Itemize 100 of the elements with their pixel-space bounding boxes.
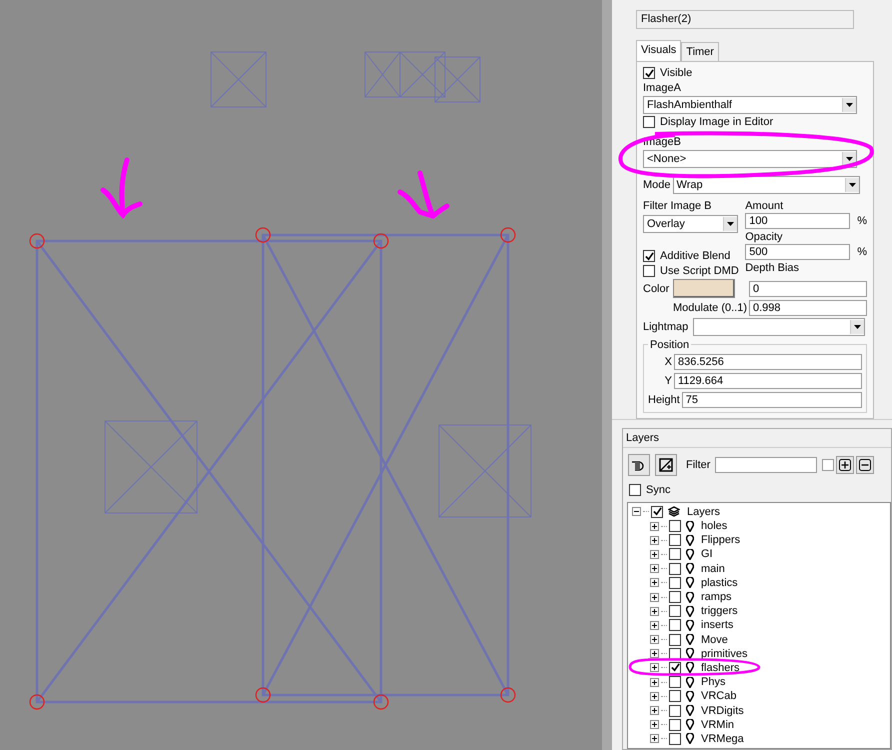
expand-icon[interactable] bbox=[650, 663, 659, 672]
pin-icon bbox=[686, 577, 694, 588]
tree-item[interactable]: Layers bbox=[686, 506, 722, 518]
expand-icon[interactable] bbox=[650, 649, 659, 658]
image-b-dropdown[interactable]: <None> bbox=[643, 150, 857, 168]
expand-icon[interactable] bbox=[650, 606, 659, 616]
tree-item[interactable]: main bbox=[700, 562, 726, 575]
lightmap-dropdown[interactable] bbox=[693, 318, 866, 336]
tree-item[interactable]: plastics bbox=[700, 576, 739, 589]
position-field[interactable]: 1129.664 bbox=[674, 373, 862, 389]
pin-icon bbox=[686, 733, 694, 744]
tree-item[interactable]: triggers bbox=[700, 605, 739, 618]
tree-item[interactable]: Move bbox=[700, 634, 729, 646]
depth-bias-field[interactable]: 0 bbox=[749, 280, 867, 296]
corner-handle[interactable] bbox=[500, 687, 516, 703]
checkbox[interactable] bbox=[669, 732, 681, 745]
tree-item[interactable]: Phys bbox=[700, 676, 726, 688]
position-field[interactable]: 836.5256 bbox=[674, 354, 862, 370]
checkbox[interactable] bbox=[643, 250, 655, 262]
expand-icon[interactable] bbox=[650, 564, 659, 574]
opacity-field[interactable]: 500 bbox=[745, 244, 850, 260]
checkbox-label: Sync bbox=[646, 484, 670, 496]
expand-icon[interactable] bbox=[650, 620, 659, 630]
expand-icon[interactable] bbox=[650, 635, 659, 644]
tree-item[interactable]: Flippers bbox=[700, 534, 742, 546]
tree-item[interactable]: flashers bbox=[700, 662, 741, 674]
checkbox[interactable] bbox=[669, 690, 681, 702]
pin-icon bbox=[686, 534, 694, 546]
image-edit-icon[interactable] bbox=[655, 454, 677, 476]
checkbox[interactable] bbox=[669, 718, 681, 731]
checkbox[interactable] bbox=[643, 67, 655, 79]
expand-icon[interactable] bbox=[650, 550, 659, 559]
tab[interactable]: Visuals bbox=[636, 40, 682, 61]
object-name-field[interactable]: Flasher(2) bbox=[636, 10, 854, 29]
filter-field[interactable] bbox=[715, 456, 818, 473]
checkbox[interactable] bbox=[669, 619, 681, 632]
checkbox[interactable] bbox=[669, 576, 681, 589]
tree-item[interactable]: primitives bbox=[700, 648, 748, 660]
checkbox[interactable] bbox=[669, 605, 681, 618]
plus-icon[interactable] bbox=[836, 456, 854, 474]
tree-item[interactable]: VRDigits bbox=[700, 704, 745, 717]
tree-item[interactable]: VRMega bbox=[700, 732, 745, 745]
wireframe-box bbox=[364, 52, 400, 98]
corner-handle[interactable] bbox=[29, 694, 45, 710]
checkbox[interactable] bbox=[669, 634, 681, 646]
expand-icon[interactable] bbox=[650, 592, 659, 602]
checkbox[interactable] bbox=[643, 265, 655, 277]
corner-handle[interactable] bbox=[373, 233, 389, 249]
pin-icon bbox=[686, 648, 694, 660]
hand-pointer-icon[interactable] bbox=[628, 454, 650, 476]
checkbox[interactable] bbox=[669, 662, 681, 674]
filter-dropdown[interactable]: Overlay bbox=[643, 215, 738, 233]
corner-handle[interactable] bbox=[255, 687, 271, 703]
expand-icon[interactable] bbox=[650, 522, 659, 531]
tree-item[interactable]: VRCab bbox=[700, 690, 738, 702]
tree-item[interactable]: ramps bbox=[700, 591, 733, 604]
field-label: Modulate (0..1) bbox=[673, 302, 747, 314]
corner-handle[interactable] bbox=[255, 227, 271, 243]
checkbox[interactable] bbox=[669, 648, 681, 660]
corner-handle[interactable] bbox=[500, 227, 516, 243]
tree-item[interactable]: GI bbox=[700, 548, 714, 560]
checkbox[interactable] bbox=[643, 116, 655, 128]
image-a-dropdown[interactable]: FlashAmbienthalf bbox=[643, 96, 857, 114]
filter-label: Filter bbox=[686, 458, 710, 471]
modulate-field[interactable]: 0.998 bbox=[749, 300, 867, 316]
checkbox[interactable] bbox=[651, 506, 663, 518]
expand-icon[interactable] bbox=[650, 678, 659, 687]
checkbox[interactable] bbox=[669, 704, 681, 717]
tab[interactable]: Timer bbox=[681, 42, 719, 61]
expand-icon[interactable] bbox=[650, 578, 659, 588]
expand-icon[interactable] bbox=[650, 720, 659, 730]
checkbox[interactable] bbox=[822, 458, 834, 471]
mode-dropdown[interactable]: Wrap bbox=[672, 176, 860, 194]
tree-item[interactable]: inserts bbox=[700, 619, 734, 632]
expand-icon[interactable] bbox=[650, 692, 659, 701]
expand-icon[interactable] bbox=[650, 706, 659, 716]
checkbox[interactable] bbox=[669, 548, 681, 560]
checkbox[interactable] bbox=[669, 562, 681, 575]
expand-icon[interactable] bbox=[650, 536, 659, 545]
corner-handle[interactable] bbox=[29, 233, 45, 249]
color-swatch-button[interactable] bbox=[673, 279, 736, 298]
pin-icon bbox=[686, 634, 694, 646]
checkbox[interactable] bbox=[669, 520, 681, 532]
amount-field[interactable]: 100 bbox=[745, 213, 850, 229]
annotation-arrow bbox=[100, 158, 142, 218]
collapse-icon[interactable] bbox=[632, 507, 641, 516]
checkbox[interactable] bbox=[669, 534, 681, 546]
tree-item[interactable]: holes bbox=[700, 520, 728, 532]
position-field[interactable]: 75 bbox=[682, 392, 862, 408]
pin-icon bbox=[686, 705, 694, 716]
unit-label: % bbox=[857, 246, 867, 258]
checkbox-label: Display Image in Editor bbox=[660, 116, 774, 128]
checkbox[interactable] bbox=[669, 591, 681, 604]
tree-item[interactable]: VRMin bbox=[700, 718, 736, 731]
checkbox[interactable] bbox=[629, 484, 641, 496]
corner-handle[interactable] bbox=[373, 694, 389, 710]
expand-icon[interactable] bbox=[650, 734, 659, 744]
minus-icon[interactable] bbox=[856, 456, 874, 474]
checkbox[interactable] bbox=[669, 676, 681, 688]
group-title: Position bbox=[648, 339, 692, 351]
